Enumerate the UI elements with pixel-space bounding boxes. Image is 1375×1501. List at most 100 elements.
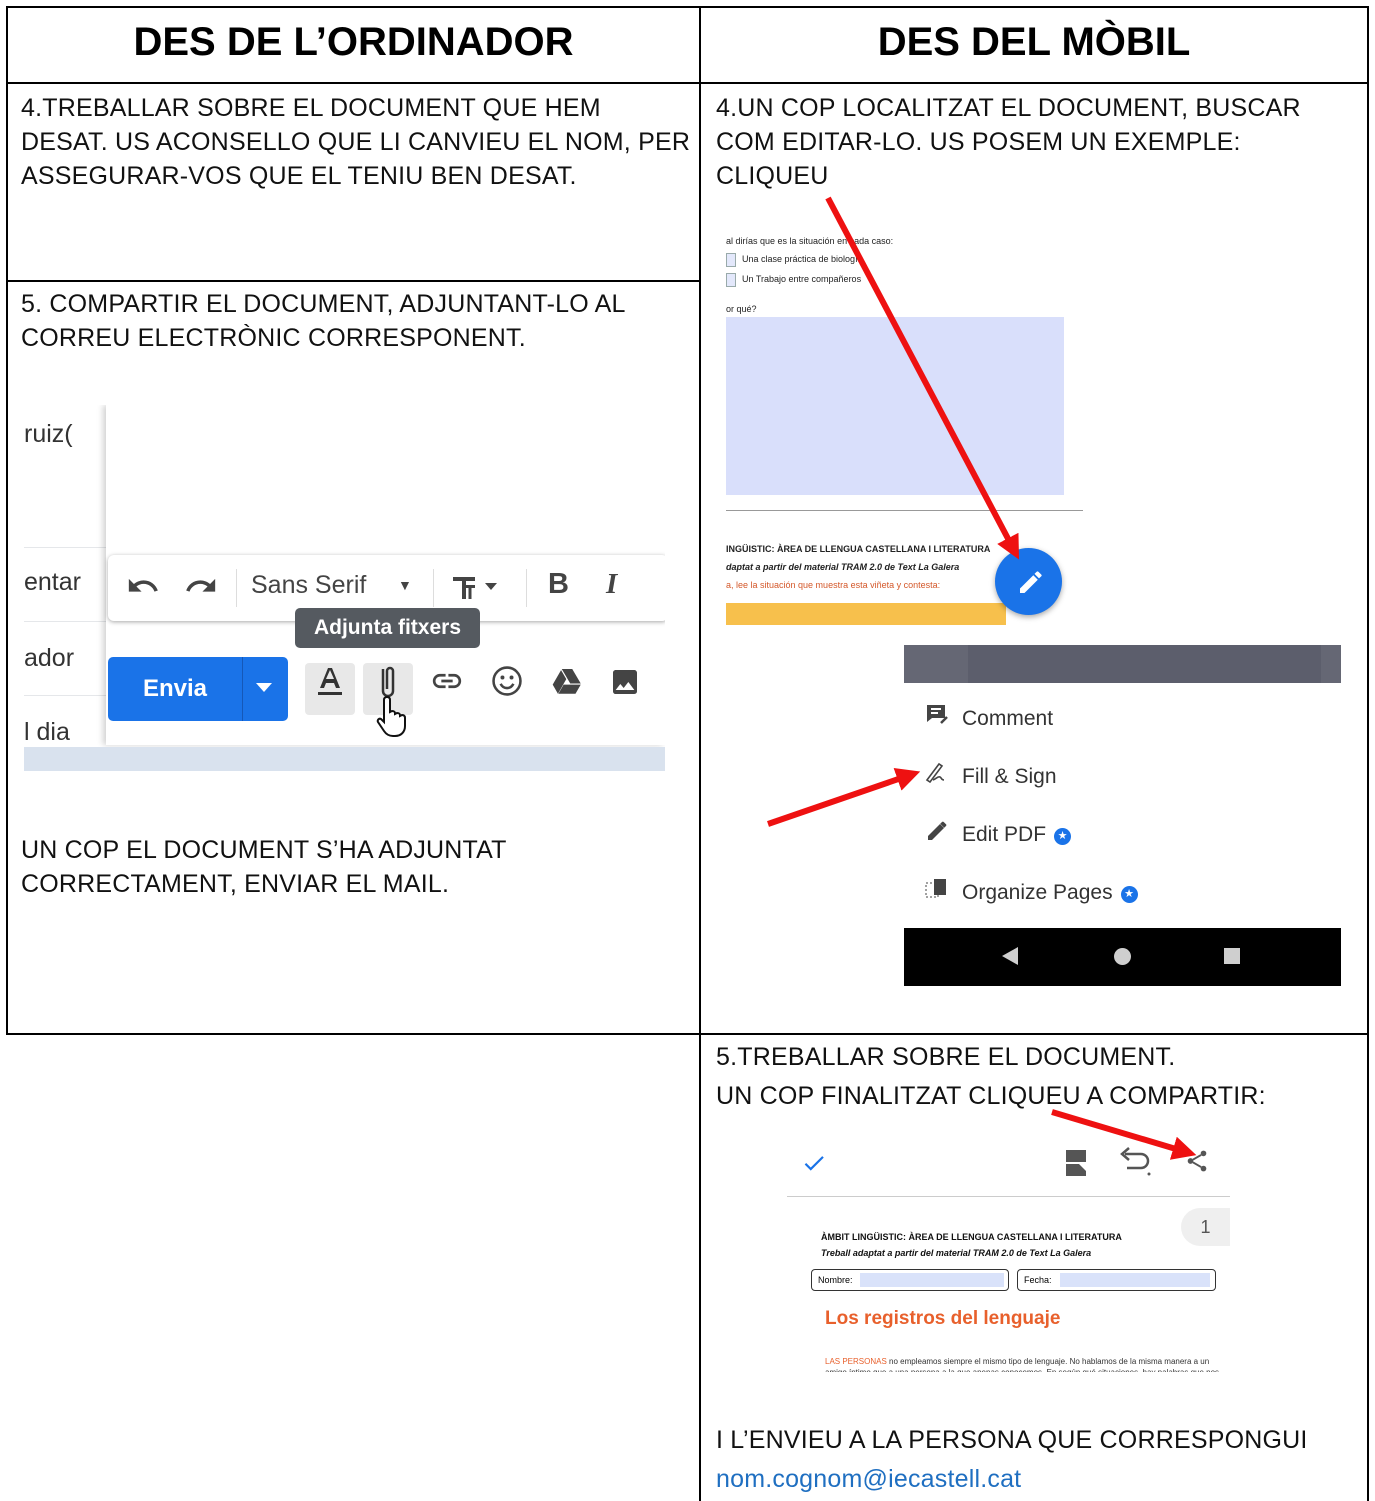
insert-photo-icon[interactable] [600,663,650,715]
inbox-row-divider [24,621,106,622]
table-border-left [6,6,8,1035]
pdf-question: al dirías que es la situación en cada ca… [726,236,894,246]
menu-item-fill-sign[interactable]: Fill & Sign [922,757,1057,797]
pencil-icon [922,815,952,855]
pdf-why: or qué? [726,304,757,314]
undo-icon[interactable] [126,569,160,610]
pdf-action-menu: Comment Fill & Sign Edit PDF ★ Organize P… [904,645,1341,986]
organize-pages-icon [922,873,952,913]
text-size-icon[interactable] [451,569,503,610]
doc-heading: ÀMBIT LINGÜISTIC: ÀREA DE LLENGUA CASTEL… [821,1232,1122,1242]
comment-icon [922,699,952,739]
google-drive-icon[interactable] [542,663,592,715]
left-after-text: UN COP EL DOCUMENT S’HA ADJUNTAT CORRECT… [21,836,507,898]
nombre-fill [860,1273,1004,1287]
pencil-icon [1020,571,1042,593]
toolbar-separator [526,569,527,607]
attach-files-tooltip: Adjunta fitxers [295,608,480,648]
pdf-subheading: daptat a partir del material TRAM 2.0 de… [726,562,960,572]
pdf-answer-field [726,317,1064,495]
table-divider-middle [699,6,701,1501]
fecha-field: Fecha: [1017,1269,1216,1291]
page-view-icon[interactable] [1063,1148,1089,1183]
pdf-option: Una clase práctica de biología [742,254,863,264]
menu-item-label: Edit PDF [962,823,1047,846]
text-color-icon[interactable] [305,663,355,715]
pdf-checkbox [726,273,736,287]
header-desktop: DES DE L’ORDINADOR [133,20,574,64]
mobile-pdf-screenshot: al dirías que es la situación en cada ca… [726,225,1085,625]
left-step4-text: 4.TREBALLAR SOBRE EL DOCUMENT QUE HEM DE… [21,94,691,190]
menu-item-comment[interactable]: Comment [922,699,1053,739]
pdf-heading: INGÜISTIC: ÀREA DE LLENGUA CASTELLANA I … [726,544,991,554]
nombre-label: Nombre: [818,1275,853,1285]
italic-icon[interactable]: I [606,568,617,601]
bold-icon[interactable]: B [548,568,569,601]
doc-subheading: Treball adaptat a partir del material TR… [821,1248,1092,1258]
fill-sign-icon [922,757,952,797]
back-icon[interactable] [1002,947,1018,965]
edit-pencil-button[interactable] [995,548,1062,615]
page-number-badge: 1 [1181,1208,1230,1246]
table-header-rule [6,82,1369,84]
premium-star-icon: ★ [1120,886,1138,903]
chevron-down-icon[interactable]: ▼ [398,577,412,593]
doc-paragraph: LAS PERSONAS no empleamos siempre el mis… [825,1356,1225,1372]
emoji-icon[interactable] [482,663,532,715]
share-toolbar-divider [787,1196,1230,1197]
pdf-page-separator [726,510,1083,511]
table-left-step-rule [6,280,701,282]
recent-apps-icon[interactable] [1224,948,1240,964]
inbox-strip: ruiz( entar ador l dia [24,405,106,771]
menu-item-label: Organize Pages [962,881,1113,904]
table-border-top [6,6,1369,8]
table-row-rule [6,1033,1369,1035]
fecha-label: Fecha: [1024,1275,1052,1285]
red-arrow-to-fill-sign [767,767,921,827]
inbox-fragment: ruiz( [24,420,73,448]
send-button-label: Envia [142,675,208,702]
checkmark-icon[interactable] [801,1150,827,1181]
right-step4-text: 4.UN COP LOCALITZAT EL DOCUMENT, BUSCAR … [716,94,1301,190]
right-step5-line2: UN COP FINALITZAT CLIQUEU A COMPARTIR: [716,1082,1266,1110]
menu-item-organize-pages[interactable]: Organize Pages ★ [922,873,1138,913]
send-button[interactable]: Envia [108,657,288,721]
share-icon[interactable] [1184,1146,1210,1181]
inbox-fragment: entar [24,568,81,596]
hand-cursor-icon [373,693,413,743]
pdf-illustration [726,603,1006,625]
right-send-to-text: I L’ENVIEU A LA PERSONA QUE CORRESPONGUI [716,1426,1308,1454]
menu-item-label: Fill & Sign [962,765,1057,788]
compose-bottom-bar [24,747,665,771]
doc-paragraph-lead: LAS PERSONAS [825,1357,887,1366]
toolbar-separator [433,569,434,607]
undo-icon[interactable] [1117,1146,1153,1183]
menu-item-edit-pdf[interactable]: Edit PDF ★ [922,815,1072,855]
doc-title: Los registros del lenguaje [825,1308,1061,1329]
email-link[interactable]: nom.cognom@iecastell.cat [716,1462,1021,1496]
fecha-fill [1060,1273,1210,1287]
send-options-chevron-icon[interactable] [256,683,272,692]
table-border-right [1367,6,1369,1501]
premium-star-icon: ★ [1054,828,1072,845]
send-button-divider [242,657,243,721]
nombre-field: Nombre: [811,1269,1009,1291]
gmail-compose-screenshot: ruiz( entar ador l dia Sans Serif ▼ B I … [24,405,665,771]
redo-icon[interactable] [184,569,218,610]
right-step5-line1: 5.TREBALLAR SOBRE EL DOCUMENT. [716,1043,1176,1071]
insert-link-icon[interactable] [422,663,472,715]
inbox-fragment: ador [24,644,75,672]
font-family-select[interactable]: Sans Serif [251,571,366,600]
inbox-row-divider [24,547,106,548]
pdf-checkbox [726,253,736,267]
pdf-instruction: a, lee la situación que muestra esta viñ… [726,580,941,590]
menu-header-bar [904,645,1341,683]
pdf-option: Un Trabajo entre compañeros [742,274,862,284]
home-icon[interactable] [1114,948,1131,965]
header-mobile: DES DEL MÒBIL [877,20,1191,64]
inbox-row-divider [24,695,106,696]
menu-item-label: Comment [962,707,1054,730]
toolbar-separator [236,569,237,607]
left-step5-text: 5. COMPARTIR EL DOCUMENT, ADJUNTANT-LO A… [21,290,625,352]
inbox-fragment: l dia [24,718,70,746]
